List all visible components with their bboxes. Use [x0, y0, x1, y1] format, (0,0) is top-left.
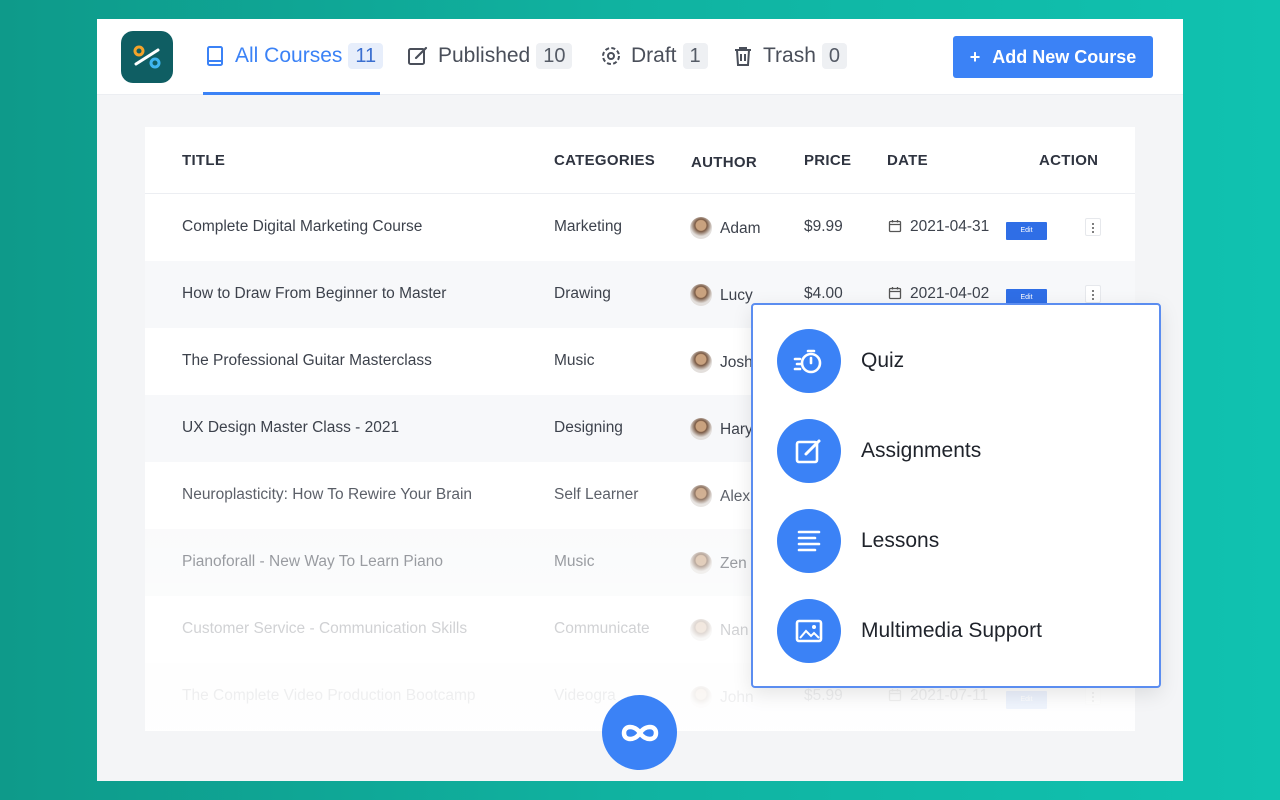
course-title[interactable]: The Complete Video Production Bootcamp [182, 687, 476, 705]
menu-item-multimedia-support[interactable]: Multimedia Support [777, 599, 1042, 663]
add-new-course-button[interactable]: + Add New Course [953, 36, 1153, 78]
header-author[interactable]: AUTHOR [691, 154, 757, 171]
author-name: Lucy [720, 287, 753, 304]
tab-label: Published [438, 44, 531, 67]
tab-trash[interactable]: Trash 0 [731, 41, 848, 71]
more-options-icon[interactable] [1085, 218, 1101, 236]
add-new-course-label: Add New Course [992, 46, 1137, 67]
course-title[interactable]: Pianoforall - New Way To Learn Piano [182, 553, 443, 571]
edit-button[interactable]: Edit [1006, 691, 1047, 709]
course-category: Designing [554, 419, 623, 436]
author-name: Zen [720, 555, 747, 572]
course-category: Self Learner [554, 486, 639, 503]
tab-count: 10 [536, 43, 573, 69]
author-avatar [690, 418, 712, 440]
edit-button[interactable]: Edit [1006, 222, 1047, 240]
course-category: Marketing [554, 218, 623, 235]
course-category: Videogra [554, 687, 616, 704]
author-name: Josh [720, 354, 753, 371]
tab-label: Draft [631, 44, 677, 67]
course-title[interactable]: The Professional Guitar Masterclass [182, 352, 432, 370]
header-action: ACTION [1039, 152, 1099, 169]
menu-item-quiz[interactable]: Quiz [777, 329, 904, 393]
author-name: Nan [720, 622, 749, 639]
menu-label: Assignments [861, 439, 982, 462]
author-avatar [690, 351, 712, 373]
author-avatar [690, 217, 712, 239]
author-avatar [690, 284, 712, 306]
course-category: Communicate [554, 620, 650, 637]
logo-icon [133, 45, 161, 69]
author-avatar [690, 552, 712, 574]
calendar-icon [888, 286, 902, 300]
course-category: Drawing [554, 285, 611, 302]
author-avatar [690, 619, 712, 641]
menu-label: Lessons [861, 529, 940, 552]
author-name: Alex [720, 488, 751, 505]
course-price: $4.00 [804, 285, 843, 302]
menu-label: Quiz [861, 349, 905, 372]
course-title[interactable]: Complete Digital Marketing Course [182, 218, 422, 236]
tab-count: 1 [682, 43, 708, 69]
course-title[interactable]: Neuroplasticity: How To Rewire Your Brai… [182, 486, 472, 504]
menu-item-assignments[interactable]: Assignments [777, 419, 981, 483]
tab-count: 0 [821, 43, 848, 69]
course-title[interactable]: UX Design Master Class - 2021 [182, 419, 399, 437]
author-name: Hary [720, 421, 753, 438]
table-row[interactable]: Complete Digital Marketing Course Marketi… [145, 194, 1135, 261]
more-options-icon[interactable] [1085, 687, 1101, 705]
author-avatar [690, 485, 712, 507]
infinity-button[interactable] [602, 695, 677, 770]
tab-label: All Courses [235, 44, 343, 67]
course-title[interactable]: Customer Service - Communication Skills [182, 620, 467, 638]
author-name: Adam [720, 220, 761, 237]
tab-published[interactable]: Published 10 [406, 41, 573, 71]
header-categories[interactable]: CATEGORIES [554, 152, 655, 169]
header-price[interactable]: PRICE [804, 152, 851, 169]
tab-label: Trash [763, 44, 816, 67]
course-category: Music [554, 553, 595, 570]
calendar-icon [888, 688, 902, 702]
menu-label: Multimedia Support [861, 619, 1042, 642]
infinity-icon [621, 724, 658, 741]
menu-item-lessons[interactable]: Lessons [777, 509, 939, 573]
header-date[interactable]: DATE [887, 152, 928, 169]
course-price: $5.99 [804, 687, 843, 704]
course-date: 2021-04-31 [910, 218, 990, 235]
trash-icon [731, 44, 755, 68]
course-price: $9.99 [804, 218, 843, 235]
course-date: 2021-04-02 [910, 285, 990, 302]
tab-draft[interactable]: Draft 1 [599, 41, 708, 71]
top-bar: All Courses 11 Published 10 Draft 1 Tras… [97, 19, 1183, 95]
header-title[interactable]: TITLE [182, 152, 225, 169]
stopwatch-icon [777, 329, 841, 393]
lines-icon [777, 509, 841, 573]
plus-icon: + [969, 46, 981, 67]
edit-icon [777, 419, 841, 483]
author-name: John [720, 689, 754, 706]
edit-icon [406, 44, 430, 68]
table-header: TITLE CATEGORIES AUTHOR PRICE DATE ACTIO… [145, 127, 1135, 194]
tab-all-courses[interactable]: All Courses 11 [203, 41, 384, 71]
add-content-menu: Quiz Assignments Lessons Multimedia Supp… [751, 303, 1161, 688]
calendar-icon [888, 219, 902, 233]
author-avatar [690, 686, 712, 708]
tab-count: 11 [348, 43, 384, 69]
book-icon [203, 44, 227, 68]
app-logo[interactable] [121, 31, 173, 83]
course-title[interactable]: How to Draw From Beginner to Master [182, 285, 446, 303]
course-date: 2021-07-11 [910, 687, 989, 704]
image-icon [777, 599, 841, 663]
more-options-icon[interactable] [1085, 285, 1101, 303]
gear-icon [599, 44, 623, 68]
active-tab-indicator [203, 92, 380, 95]
course-category: Music [554, 352, 595, 369]
